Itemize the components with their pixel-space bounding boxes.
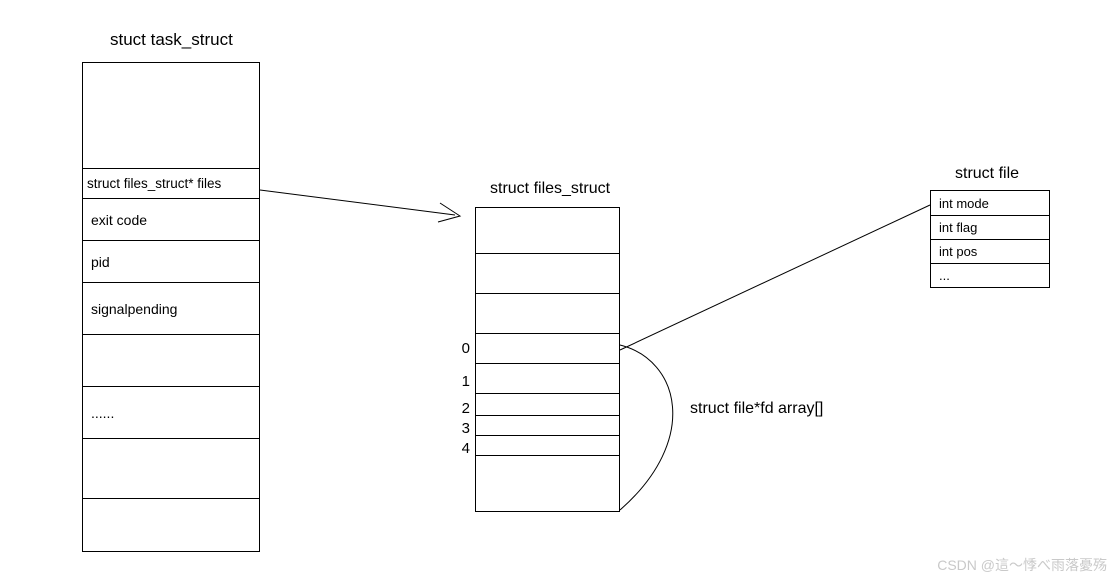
file-box: int mode int flag int pos ... [930, 190, 1050, 288]
task-struct-box: struct files_struct* files exit code pid… [82, 62, 260, 552]
files-struct-box [475, 207, 620, 512]
fd-index-3: 3 [450, 420, 470, 437]
task-struct-signalpending: signalpending [83, 282, 259, 334]
file-pos: int pos [931, 239, 1049, 263]
task-struct-title: stuct task_struct [110, 30, 233, 50]
fd-index-2: 2 [450, 400, 470, 417]
files-struct-tail [476, 455, 619, 513]
fd-index-4: 4 [450, 440, 470, 457]
files-struct-header-2 [476, 293, 619, 333]
task-struct-empty-top [83, 63, 259, 168]
file-title: struct file [955, 165, 1019, 183]
task-struct-rest: ...... [83, 386, 259, 438]
files-struct-header-1 [476, 253, 619, 293]
watermark: CSDN @這～悸べ雨落憂殇 [937, 555, 1107, 575]
task-struct-exit-code: exit code [83, 198, 259, 240]
task-struct-empty-bottom [83, 498, 259, 553]
files-struct-row-4 [476, 435, 619, 455]
files-struct-title: struct files_struct [490, 180, 610, 198]
file-rest: ... [931, 263, 1049, 287]
files-struct-row-0 [476, 333, 619, 363]
file-mode: int mode [931, 191, 1049, 215]
fd-index-0: 0 [450, 340, 470, 357]
task-struct-empty-mid [83, 334, 259, 386]
files-struct-row-1 [476, 363, 619, 393]
files-struct-row-2 [476, 393, 619, 415]
task-struct-empty-gap [83, 438, 259, 498]
fd-array-label: struct file*fd array[] [690, 400, 823, 418]
task-struct-pid: pid [83, 240, 259, 282]
files-struct-row-3 [476, 415, 619, 435]
task-struct-files-field: struct files_struct* files [83, 168, 259, 198]
files-struct-header-0 [476, 208, 619, 253]
file-flag: int flag [931, 215, 1049, 239]
fd-index-1: 1 [450, 373, 470, 390]
